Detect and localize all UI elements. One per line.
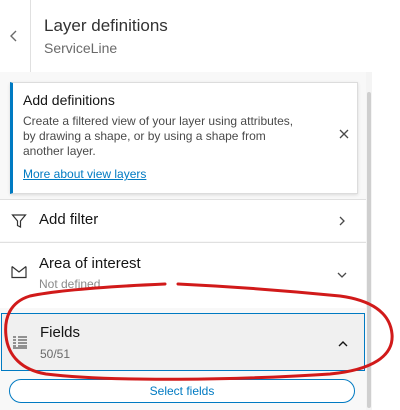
panel-header: Layer definitions ServiceLine bbox=[0, 0, 366, 73]
chevron-up-icon bbox=[338, 341, 348, 347]
chevron-left-icon bbox=[10, 30, 17, 42]
filter-icon bbox=[11, 214, 27, 228]
back-button[interactable] bbox=[0, 0, 31, 72]
area-of-interest-label: Area of interest bbox=[39, 255, 141, 272]
add-filter-label: Add filter bbox=[39, 211, 99, 228]
more-about-view-layers-link[interactable]: More about view layers bbox=[23, 167, 146, 181]
area-of-interest-value: Not defined bbox=[39, 277, 101, 291]
scrollbar-thumb[interactable] bbox=[367, 92, 371, 408]
fields-count: 50/51 bbox=[40, 347, 71, 361]
area-of-interest-row[interactable]: Area of interest Not defined bbox=[0, 242, 366, 308]
chevron-down-icon bbox=[337, 272, 347, 278]
notice-title: Add definitions bbox=[23, 92, 115, 108]
notice-close-button[interactable] bbox=[335, 125, 353, 143]
add-filter-row[interactable]: Add filter bbox=[0, 199, 366, 241]
select-fields-button[interactable]: Select fields bbox=[9, 379, 355, 403]
fields-row[interactable]: Fields 50/51 bbox=[1, 313, 365, 371]
panel-title: Layer definitions bbox=[44, 16, 168, 35]
area-icon bbox=[11, 266, 27, 279]
chevron-right-icon bbox=[339, 216, 345, 226]
panel-subtitle: ServiceLine bbox=[44, 40, 118, 56]
fields-label: Fields bbox=[40, 324, 81, 341]
notice-message: Create a filtered view of your layer usi… bbox=[23, 114, 294, 158]
close-icon bbox=[339, 129, 349, 139]
list-icon bbox=[13, 336, 27, 349]
add-definitions-notice: Add definitions Create a filtered view o… bbox=[10, 82, 358, 194]
